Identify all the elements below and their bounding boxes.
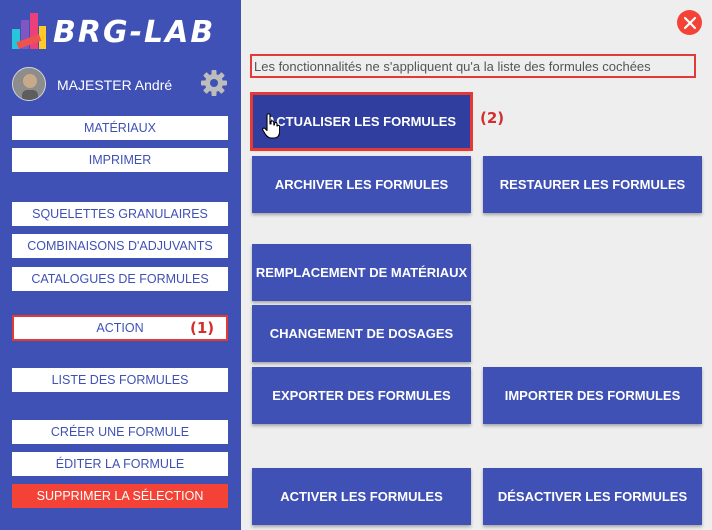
remplacement-materiaux-button[interactable]: REMPLACEMENT DE MATÉRIAUX (252, 244, 471, 301)
actualiser-formules-button[interactable]: ACTUALISER LES FORMULES (250, 92, 473, 151)
sidebar-item-imprimer[interactable]: IMPRIMER (12, 148, 228, 172)
callout-1: (1) (190, 319, 215, 337)
sidebar-item-liste-formules[interactable]: LISTE DES FORMULES (12, 368, 228, 392)
sidebar-item-editer-formule[interactable]: ÉDITER LA FORMULE (12, 452, 228, 476)
importer-formules-button[interactable]: IMPORTER DES FORMULES (483, 367, 702, 424)
archiver-formules-button[interactable]: ARCHIVER LES FORMULES (252, 156, 471, 213)
avatar (12, 67, 46, 101)
callout-2: (2) (480, 109, 505, 127)
activer-formules-button[interactable]: ACTIVER LES FORMULES (252, 468, 471, 525)
close-button[interactable] (677, 10, 702, 35)
restaurer-formules-button[interactable]: RESTAURER LES FORMULES (483, 156, 702, 213)
notice-text: Les fonctionnalités ne s'appliquent qu'a… (250, 54, 696, 78)
changement-dosages-button[interactable]: CHANGEMENT DE DOSAGES (252, 305, 471, 362)
sidebar: BRG-LAB MAJESTER André MATÉRIAUX IMPRIME… (0, 0, 241, 530)
sidebar-item-supprimer-selection[interactable]: SUPPRIMER LA SÉLECTION (12, 484, 228, 508)
brg-lab-logo-icon (12, 13, 46, 49)
sidebar-item-materiaux[interactable]: MATÉRIAUX (12, 116, 228, 140)
close-icon (683, 16, 696, 29)
sidebar-item-catalogues-formules[interactable]: CATALOGUES DE FORMULES (12, 267, 228, 291)
gear-icon (201, 70, 227, 96)
exporter-formules-button[interactable]: EXPORTER DES FORMULES (252, 367, 471, 424)
sidebar-item-squelettes-granulaires[interactable]: SQUELETTES GRANULAIRES (12, 202, 228, 226)
sidebar-item-creer-formule[interactable]: CRÉER UNE FORMULE (12, 420, 228, 444)
app-logo: BRG-LAB (11, 12, 241, 52)
sidebar-item-combinaisons-adjuvants[interactable]: COMBINAISONS D'ADJUVANTS (12, 234, 228, 258)
settings-button[interactable] (199, 68, 229, 98)
user-name: MAJESTER André (57, 77, 173, 93)
desactiver-formules-button[interactable]: DÉSACTIVER LES FORMULES (483, 468, 702, 525)
app-logo-text: BRG-LAB (53, 15, 216, 50)
